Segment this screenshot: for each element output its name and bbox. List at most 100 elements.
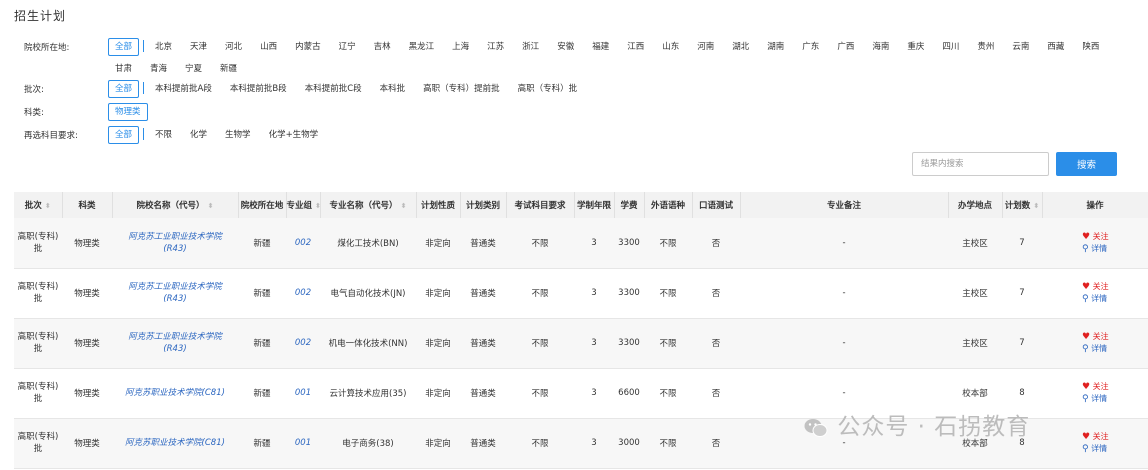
region-option[interactable]: 浙江: [515, 38, 546, 56]
detail-button[interactable]: ⚲ 详情: [1082, 293, 1107, 305]
region-option[interactable]: 湖南: [760, 38, 791, 56]
subjects-option[interactable]: 化学+生物学: [262, 126, 326, 144]
region-option[interactable]: 福建: [585, 38, 616, 56]
region-option[interactable]: 山东: [655, 38, 686, 56]
region-option[interactable]: 内蒙古: [288, 38, 328, 56]
sort-icon[interactable]: ⬍: [45, 202, 51, 210]
batch-option[interactable]: 高职（专科）提前批: [416, 80, 507, 98]
region-option[interactable]: 天津: [183, 38, 214, 56]
sort-icon[interactable]: ⬍: [208, 202, 214, 210]
column-header: 学制年限: [574, 192, 615, 218]
region-option[interactable]: 海南: [865, 38, 896, 56]
column-header-label: 计划性质: [420, 201, 455, 211]
detail-label: 详情: [1091, 243, 1108, 253]
batch-text: 高职(专科)批: [17, 432, 59, 454]
region-option[interactable]: 贵州: [970, 38, 1001, 56]
group-link[interactable]: 002: [295, 238, 311, 248]
region-option[interactable]: 四川: [935, 38, 966, 56]
region-option[interactable]: 山西: [253, 38, 284, 56]
column-header: 专业备注: [740, 192, 949, 218]
detail-button[interactable]: ⚲ 详情: [1082, 443, 1107, 455]
region-option[interactable]: 甘肃: [108, 60, 139, 78]
cell-category: 物理类: [62, 318, 112, 369]
region-option[interactable]: 上海: [445, 38, 476, 56]
region-option[interactable]: 黑龙江: [402, 38, 442, 56]
detail-button[interactable]: ⚲ 详情: [1082, 343, 1107, 355]
subjects-option[interactable]: 化学: [183, 126, 214, 144]
detail-button[interactable]: ⚲ 详情: [1082, 393, 1107, 405]
follow-button[interactable]: ♥ 关注: [1082, 381, 1109, 393]
region-option[interactable]: 河北: [218, 38, 249, 56]
option-separator: [143, 128, 145, 140]
sort-icon[interactable]: ⬍: [315, 202, 321, 210]
group-link[interactable]: 001: [295, 438, 311, 448]
column-header[interactable]: 计划数 ⬍: [1002, 192, 1043, 218]
region-option[interactable]: 河南: [690, 38, 721, 56]
cell-school: 阿克苏工业职业技术学院(R43): [112, 318, 238, 369]
cell-type: 普通类: [460, 368, 506, 419]
cell-batch: 高职(专科)批: [14, 318, 62, 369]
cell-location: 新疆: [238, 418, 286, 469]
follow-button[interactable]: ♥ 关注: [1082, 281, 1109, 293]
subjects-option[interactable]: 不限: [148, 126, 179, 144]
column-header[interactable]: 专业名称（代号） ⬍: [320, 192, 417, 218]
group-link[interactable]: 001: [295, 388, 311, 398]
batch-option[interactable]: 本科提前批B段: [223, 80, 294, 98]
column-header[interactable]: 专业组 ⬍: [286, 192, 321, 218]
region-option[interactable]: 广西: [830, 38, 861, 56]
batch-option[interactable]: 高职（专科）批: [511, 80, 585, 98]
category-option[interactable]: 物理类: [108, 103, 148, 121]
search-icon: ⚲: [1082, 243, 1089, 254]
cell-fee: 3000: [614, 418, 644, 469]
batch-option[interactable]: 本科提前批C段: [298, 80, 369, 98]
follow-button[interactable]: ♥ 关注: [1082, 331, 1109, 343]
search-input[interactable]: [912, 152, 1049, 176]
sort-icon[interactable]: ⬍: [401, 202, 407, 210]
column-header[interactable]: 院校名称（代号） ⬍: [112, 192, 239, 218]
school-link[interactable]: 阿克苏工业职业技术学院(R43): [112, 331, 238, 355]
batch-filter-label: 批次:: [24, 85, 44, 95]
region-filter-label: 院校所在地:: [24, 43, 70, 53]
school-link[interactable]: 阿克苏工业职业技术学院(R43): [112, 281, 238, 305]
cell-nature: 非定向: [416, 418, 460, 469]
region-option[interactable]: 云南: [1005, 38, 1036, 56]
region-option[interactable]: 广东: [795, 38, 826, 56]
cell-batch: 高职(专科)批: [14, 218, 62, 269]
detail-button[interactable]: ⚲ 详情: [1082, 243, 1107, 255]
batch-option[interactable]: 本科提前批A段: [148, 80, 219, 98]
group-link[interactable]: 002: [295, 338, 311, 348]
cell-school: 阿克苏工业职业技术学院(R43): [112, 218, 238, 269]
region-option[interactable]: 陕西: [1075, 38, 1106, 56]
search-button[interactable]: 搜索: [1056, 152, 1117, 176]
region-option[interactable]: 湖北: [725, 38, 756, 56]
column-header: 院校所在地: [238, 192, 287, 218]
region-option[interactable]: 辽宁: [332, 38, 363, 56]
cell-major: 电子商务(38): [320, 418, 416, 469]
region-option[interactable]: 重庆: [900, 38, 931, 56]
cell-batch: 高职(专科)批: [14, 418, 62, 469]
region-option[interactable]: 安徽: [550, 38, 581, 56]
region-option[interactable]: 青海: [143, 60, 174, 78]
cell-requirement: 不限: [506, 268, 574, 319]
region-option[interactable]: 吉林: [367, 38, 398, 56]
sort-icon[interactable]: ⬍: [1033, 202, 1039, 210]
region-option[interactable]: 宁夏: [178, 60, 209, 78]
follow-button[interactable]: ♥ 关注: [1082, 431, 1109, 443]
region-option[interactable]: 全部: [108, 38, 140, 56]
school-link[interactable]: 阿克苏职业技术学院(C81): [112, 387, 238, 399]
school-link[interactable]: 阿克苏职业技术学院(C81): [112, 437, 238, 449]
subjects-option[interactable]: 生物学: [218, 126, 258, 144]
region-option[interactable]: 西藏: [1040, 38, 1071, 56]
school-link[interactable]: 阿克苏工业职业技术学院(R43): [112, 231, 238, 255]
follow-button[interactable]: ♥ 关注: [1082, 231, 1109, 243]
region-option[interactable]: 新疆: [213, 60, 244, 78]
batch-option[interactable]: 全部: [108, 80, 140, 98]
group-link[interactable]: 002: [295, 288, 311, 298]
column-header[interactable]: 批次 ⬍: [14, 192, 63, 218]
region-option[interactable]: 江苏: [480, 38, 511, 56]
column-header-label: 院校名称（代号）: [136, 201, 205, 211]
region-option[interactable]: 江西: [620, 38, 651, 56]
subjects-option[interactable]: 全部: [108, 126, 140, 144]
batch-option[interactable]: 本科批: [373, 80, 413, 98]
region-option[interactable]: 北京: [148, 38, 179, 56]
